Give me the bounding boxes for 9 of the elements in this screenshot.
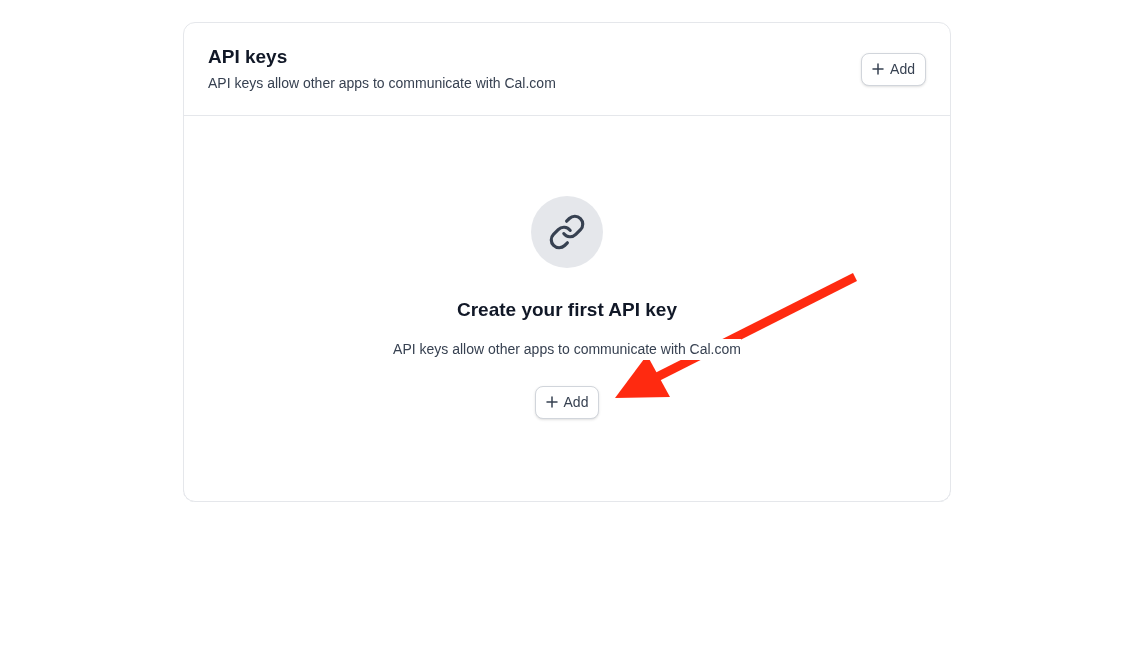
plus-icon — [872, 63, 885, 75]
section-description: API keys allow other apps to communicate with Cal.com — [208, 73, 556, 93]
add-button[interactable]: Add — [861, 52, 926, 86]
empty-state-description: API keys allow other apps to communicate with Cal.com — [393, 338, 741, 360]
plus-icon — [545, 396, 558, 408]
link-icon — [548, 213, 586, 251]
section-title: API keys — [208, 44, 289, 69]
add-button[interactable]: Add — [534, 385, 600, 419]
empty-state-title: Create your first API key — [457, 298, 677, 322]
